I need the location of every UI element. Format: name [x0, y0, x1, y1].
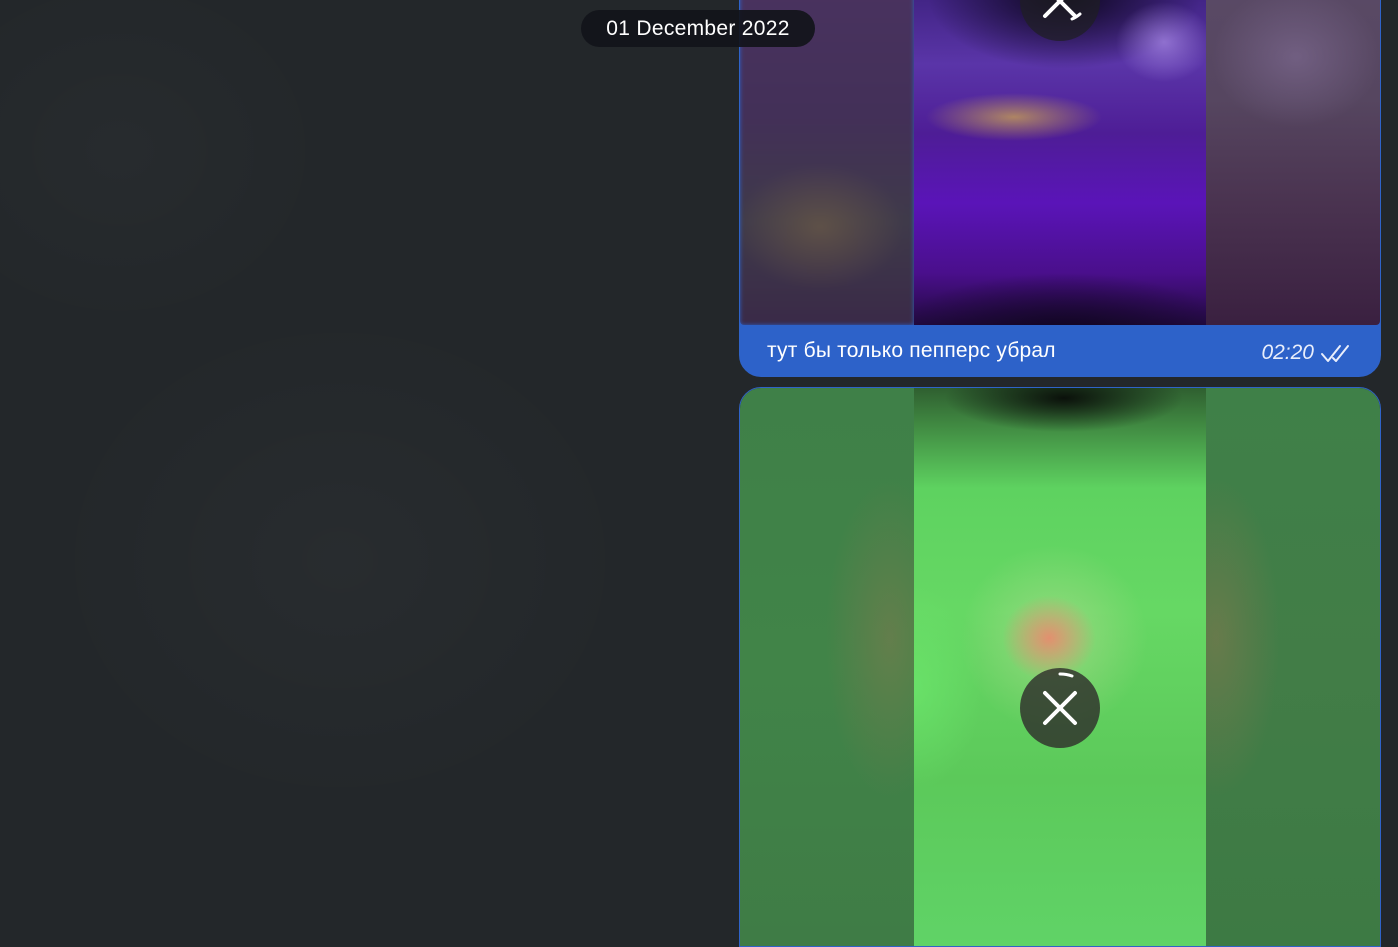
video-blur-right — [1206, 388, 1380, 946]
message-time: 02:20 — [1261, 341, 1314, 364]
double-check-read-icon — [1321, 345, 1349, 362]
date-separator: 01 December 2022 — [581, 10, 815, 47]
message-meta: 02:20 — [1261, 340, 1352, 366]
video-blur-left — [740, 388, 914, 946]
close-icon — [1043, 0, 1082, 21]
video-preview-frame — [914, 0, 1208, 325]
video-thumbnail[interactable] — [740, 0, 1380, 325]
cancel-download-button[interactable] — [1020, 0, 1100, 41]
outgoing-message-bubble[interactable]: тут бы только пепперс убрал 02:20 — [739, 0, 1381, 377]
close-icon — [1043, 672, 1077, 725]
video-preview-frame — [914, 388, 1208, 946]
video-blur-left — [740, 0, 914, 325]
video-blur-right — [1206, 0, 1380, 325]
message-caption: тут бы только пепперс убрал — [767, 339, 1056, 362]
video-thumbnail[interactable] — [740, 388, 1380, 946]
message-footer: тут бы только пепперс убрал 02:20 — [740, 325, 1380, 376]
progress-arc — [1058, 672, 1074, 678]
cancel-download-button[interactable] — [1020, 668, 1100, 748]
outgoing-message-bubble[interactable] — [739, 387, 1381, 947]
